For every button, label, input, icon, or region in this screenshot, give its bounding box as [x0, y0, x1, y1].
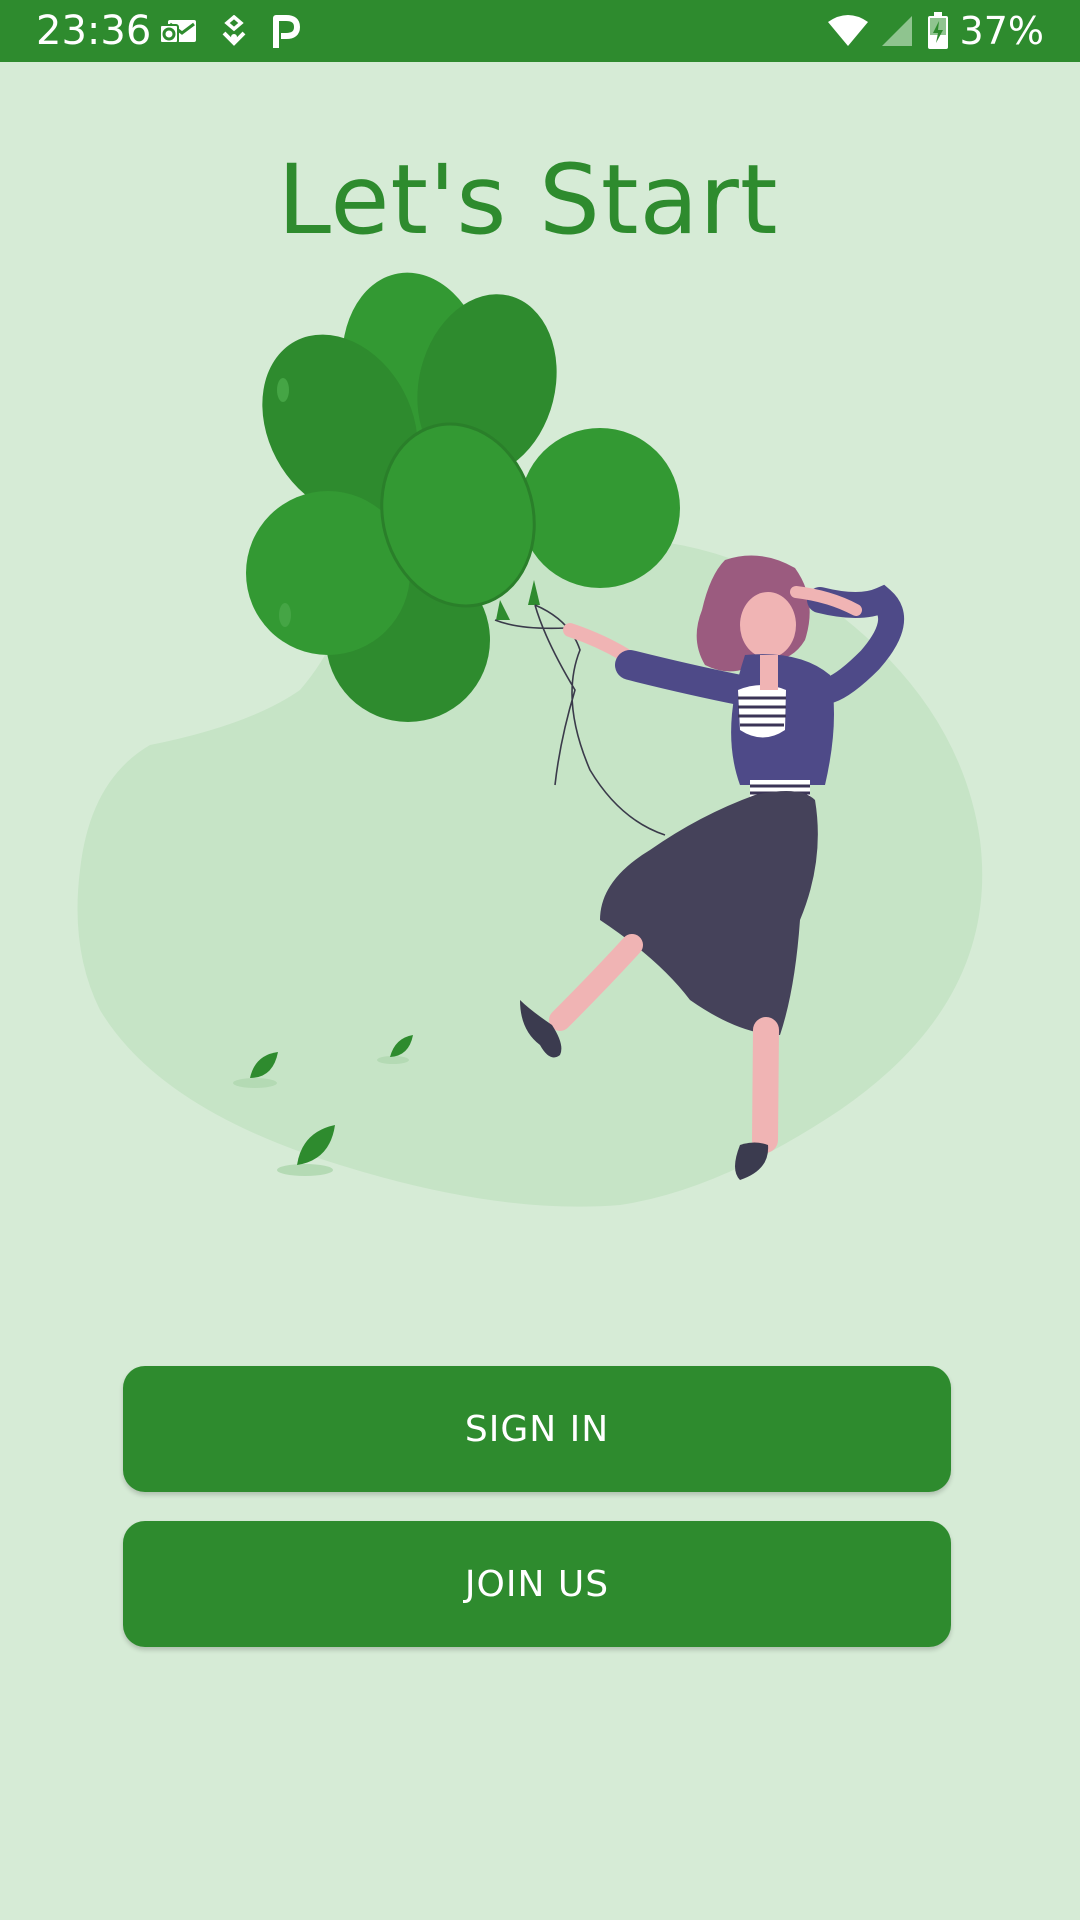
wifi-icon — [826, 14, 870, 48]
page-title: Let's Start — [277, 144, 779, 256]
striped-shirt — [738, 685, 786, 738]
woman-with-balloons-illustration — [77, 272, 983, 1207]
notification-icons — [158, 12, 300, 52]
outlook-icon — [158, 16, 198, 48]
status-bar: 23:36 37% — [0, 0, 1080, 62]
shoe-right — [735, 1142, 769, 1180]
location-pin-icon — [220, 15, 248, 49]
cell-signal-icon — [880, 14, 916, 48]
hero-illustration — [0, 270, 1080, 1230]
battery-percentage: 37% — [959, 9, 1044, 53]
status-time: 23:36 — [36, 8, 152, 54]
join-us-button[interactable]: JOIN US — [123, 1521, 951, 1647]
battery-charging-icon — [926, 12, 950, 50]
parking-app-icon — [270, 14, 300, 50]
status-right: 37% — [826, 8, 1044, 54]
sign-in-button[interactable]: SIGN IN — [123, 1366, 951, 1492]
background-blob — [77, 538, 983, 1207]
